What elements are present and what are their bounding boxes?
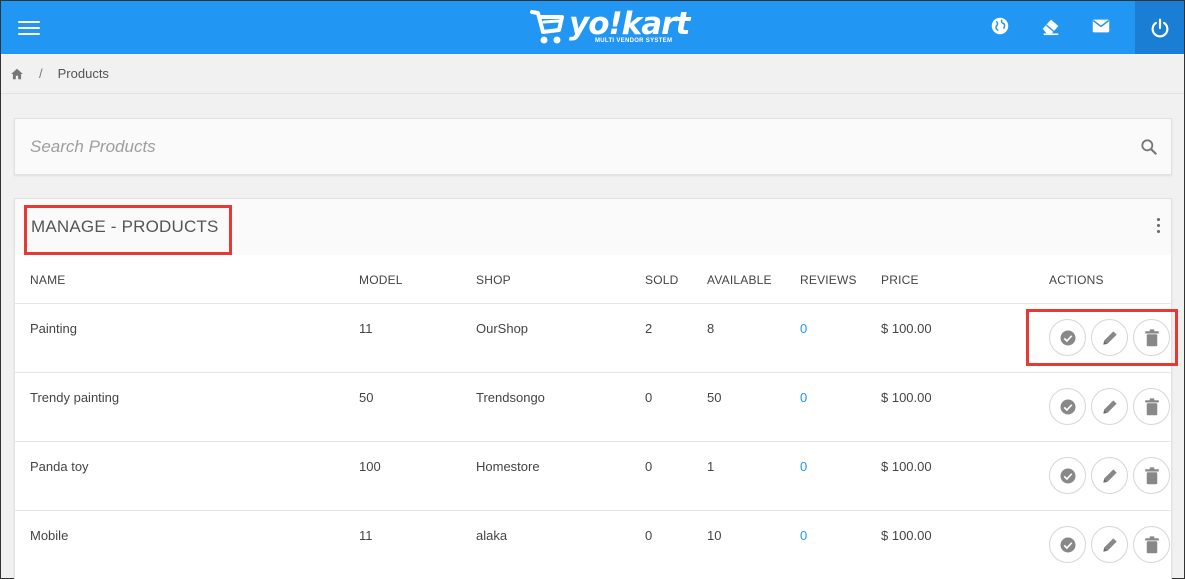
column-header-name[interactable]: NAME — [30, 273, 65, 287]
column-header-available[interactable]: AVAILABLE — [707, 273, 772, 287]
cell-name: Trendy painting — [30, 390, 120, 405]
cell-reviews-link[interactable]: 0 — [800, 390, 807, 405]
cell-model: 50 — [359, 390, 374, 405]
cell-sold: 0 — [645, 528, 653, 543]
pencil-icon — [1102, 399, 1117, 414]
trash-icon — [1144, 328, 1159, 346]
edit-button[interactable] — [1091, 457, 1128, 494]
logo[interactable]: yo!kart MULTI VENDOR SYSTEM — [529, 4, 690, 48]
edit-button[interactable] — [1091, 319, 1128, 356]
menu-icon[interactable] — [18, 17, 40, 37]
top-navbar: yo!kart MULTI VENDOR SYSTEM — [1, 1, 1184, 54]
edit-button[interactable] — [1091, 526, 1128, 563]
cell-reviews-link[interactable]: 0 — [800, 321, 807, 336]
check-circle-icon — [1060, 399, 1075, 414]
column-header-actions: ACTIONS — [1049, 273, 1104, 287]
row-divider — [15, 372, 1171, 373]
trash-icon — [1144, 535, 1159, 553]
logo-tagline: MULTI VENDOR SYSTEM — [595, 37, 673, 44]
delete-button[interactable] — [1133, 388, 1170, 425]
cell-price: $ 100.00 — [881, 459, 932, 474]
cell-available: 50 — [707, 390, 722, 405]
cell-available: 1 — [707, 459, 715, 474]
approve-button[interactable] — [1049, 526, 1086, 563]
breadcrumb-current: Products — [57, 66, 109, 81]
search-input[interactable] — [15, 119, 1115, 174]
breadcrumb: / Products — [1, 54, 1184, 94]
cell-price: $ 100.00 — [881, 390, 932, 405]
edit-button[interactable] — [1091, 388, 1128, 425]
cell-shop: Trendsongo — [476, 390, 545, 405]
check-circle-icon — [1060, 330, 1075, 345]
cell-model: 100 — [359, 459, 381, 474]
cell-price: $ 100.00 — [881, 321, 932, 336]
globe-icon[interactable] — [989, 15, 1011, 37]
card-header: MANAGE - PRODUCTS — [15, 199, 1171, 255]
mail-icon[interactable] — [1090, 15, 1112, 37]
row-divider — [15, 441, 1171, 442]
cell-available: 10 — [707, 528, 722, 543]
trash-icon — [1144, 466, 1159, 484]
pencil-icon — [1102, 468, 1117, 483]
breadcrumb-separator: / — [39, 66, 43, 81]
cell-price: $ 100.00 — [881, 528, 932, 543]
check-circle-icon — [1060, 468, 1075, 483]
logo-wordmark: yo!kart — [569, 5, 690, 42]
cell-name: Panda toy — [30, 459, 89, 474]
delete-button[interactable] — [1133, 319, 1170, 356]
more-options-icon[interactable] — [1156, 218, 1162, 234]
home-icon[interactable] — [10, 67, 24, 81]
column-header-sold[interactable]: SOLD — [645, 273, 678, 287]
trash-icon — [1144, 397, 1159, 415]
power-icon — [1151, 18, 1168, 37]
pencil-icon — [1102, 537, 1117, 552]
cell-sold: 0 — [645, 390, 653, 405]
cell-shop: Homestore — [476, 459, 540, 474]
cell-model: 11 — [359, 321, 373, 336]
approve-button[interactable] — [1049, 319, 1086, 356]
cell-model: 11 — [359, 528, 373, 543]
eraser-icon[interactable] — [1040, 15, 1062, 37]
column-header-model[interactable]: MODEL — [359, 273, 403, 287]
cell-reviews-link[interactable]: 0 — [800, 459, 807, 474]
products-card: MANAGE - PRODUCTS NAME MODEL SHOP SOLD A… — [14, 198, 1178, 579]
cell-available: 8 — [707, 321, 715, 336]
approve-button[interactable] — [1049, 388, 1086, 425]
cell-sold: 2 — [645, 321, 653, 336]
approve-button[interactable] — [1049, 457, 1086, 494]
page-title: MANAGE - PRODUCTS — [31, 217, 219, 236]
column-header-price[interactable]: PRICE — [881, 273, 919, 287]
search-bar — [14, 118, 1172, 175]
cell-shop: OurShop — [476, 321, 529, 336]
cell-reviews-link[interactable]: 0 — [800, 528, 807, 543]
search-icon[interactable] — [1139, 137, 1159, 157]
delete-button[interactable] — [1133, 526, 1170, 563]
cell-name: Mobile — [30, 528, 69, 543]
logout-button[interactable] — [1135, 1, 1184, 54]
column-header-reviews[interactable]: REVIEWS — [800, 273, 857, 287]
delete-button[interactable] — [1133, 457, 1170, 494]
header-divider — [15, 303, 1171, 304]
cell-shop: alaka — [476, 528, 508, 543]
cell-name: Painting — [30, 321, 77, 336]
check-circle-icon — [1060, 537, 1075, 552]
pencil-icon — [1102, 330, 1117, 345]
row-divider — [15, 510, 1171, 511]
cell-sold: 0 — [645, 459, 653, 474]
column-header-shop[interactable]: SHOP — [476, 273, 511, 287]
cart-logo-icon — [530, 10, 564, 44]
